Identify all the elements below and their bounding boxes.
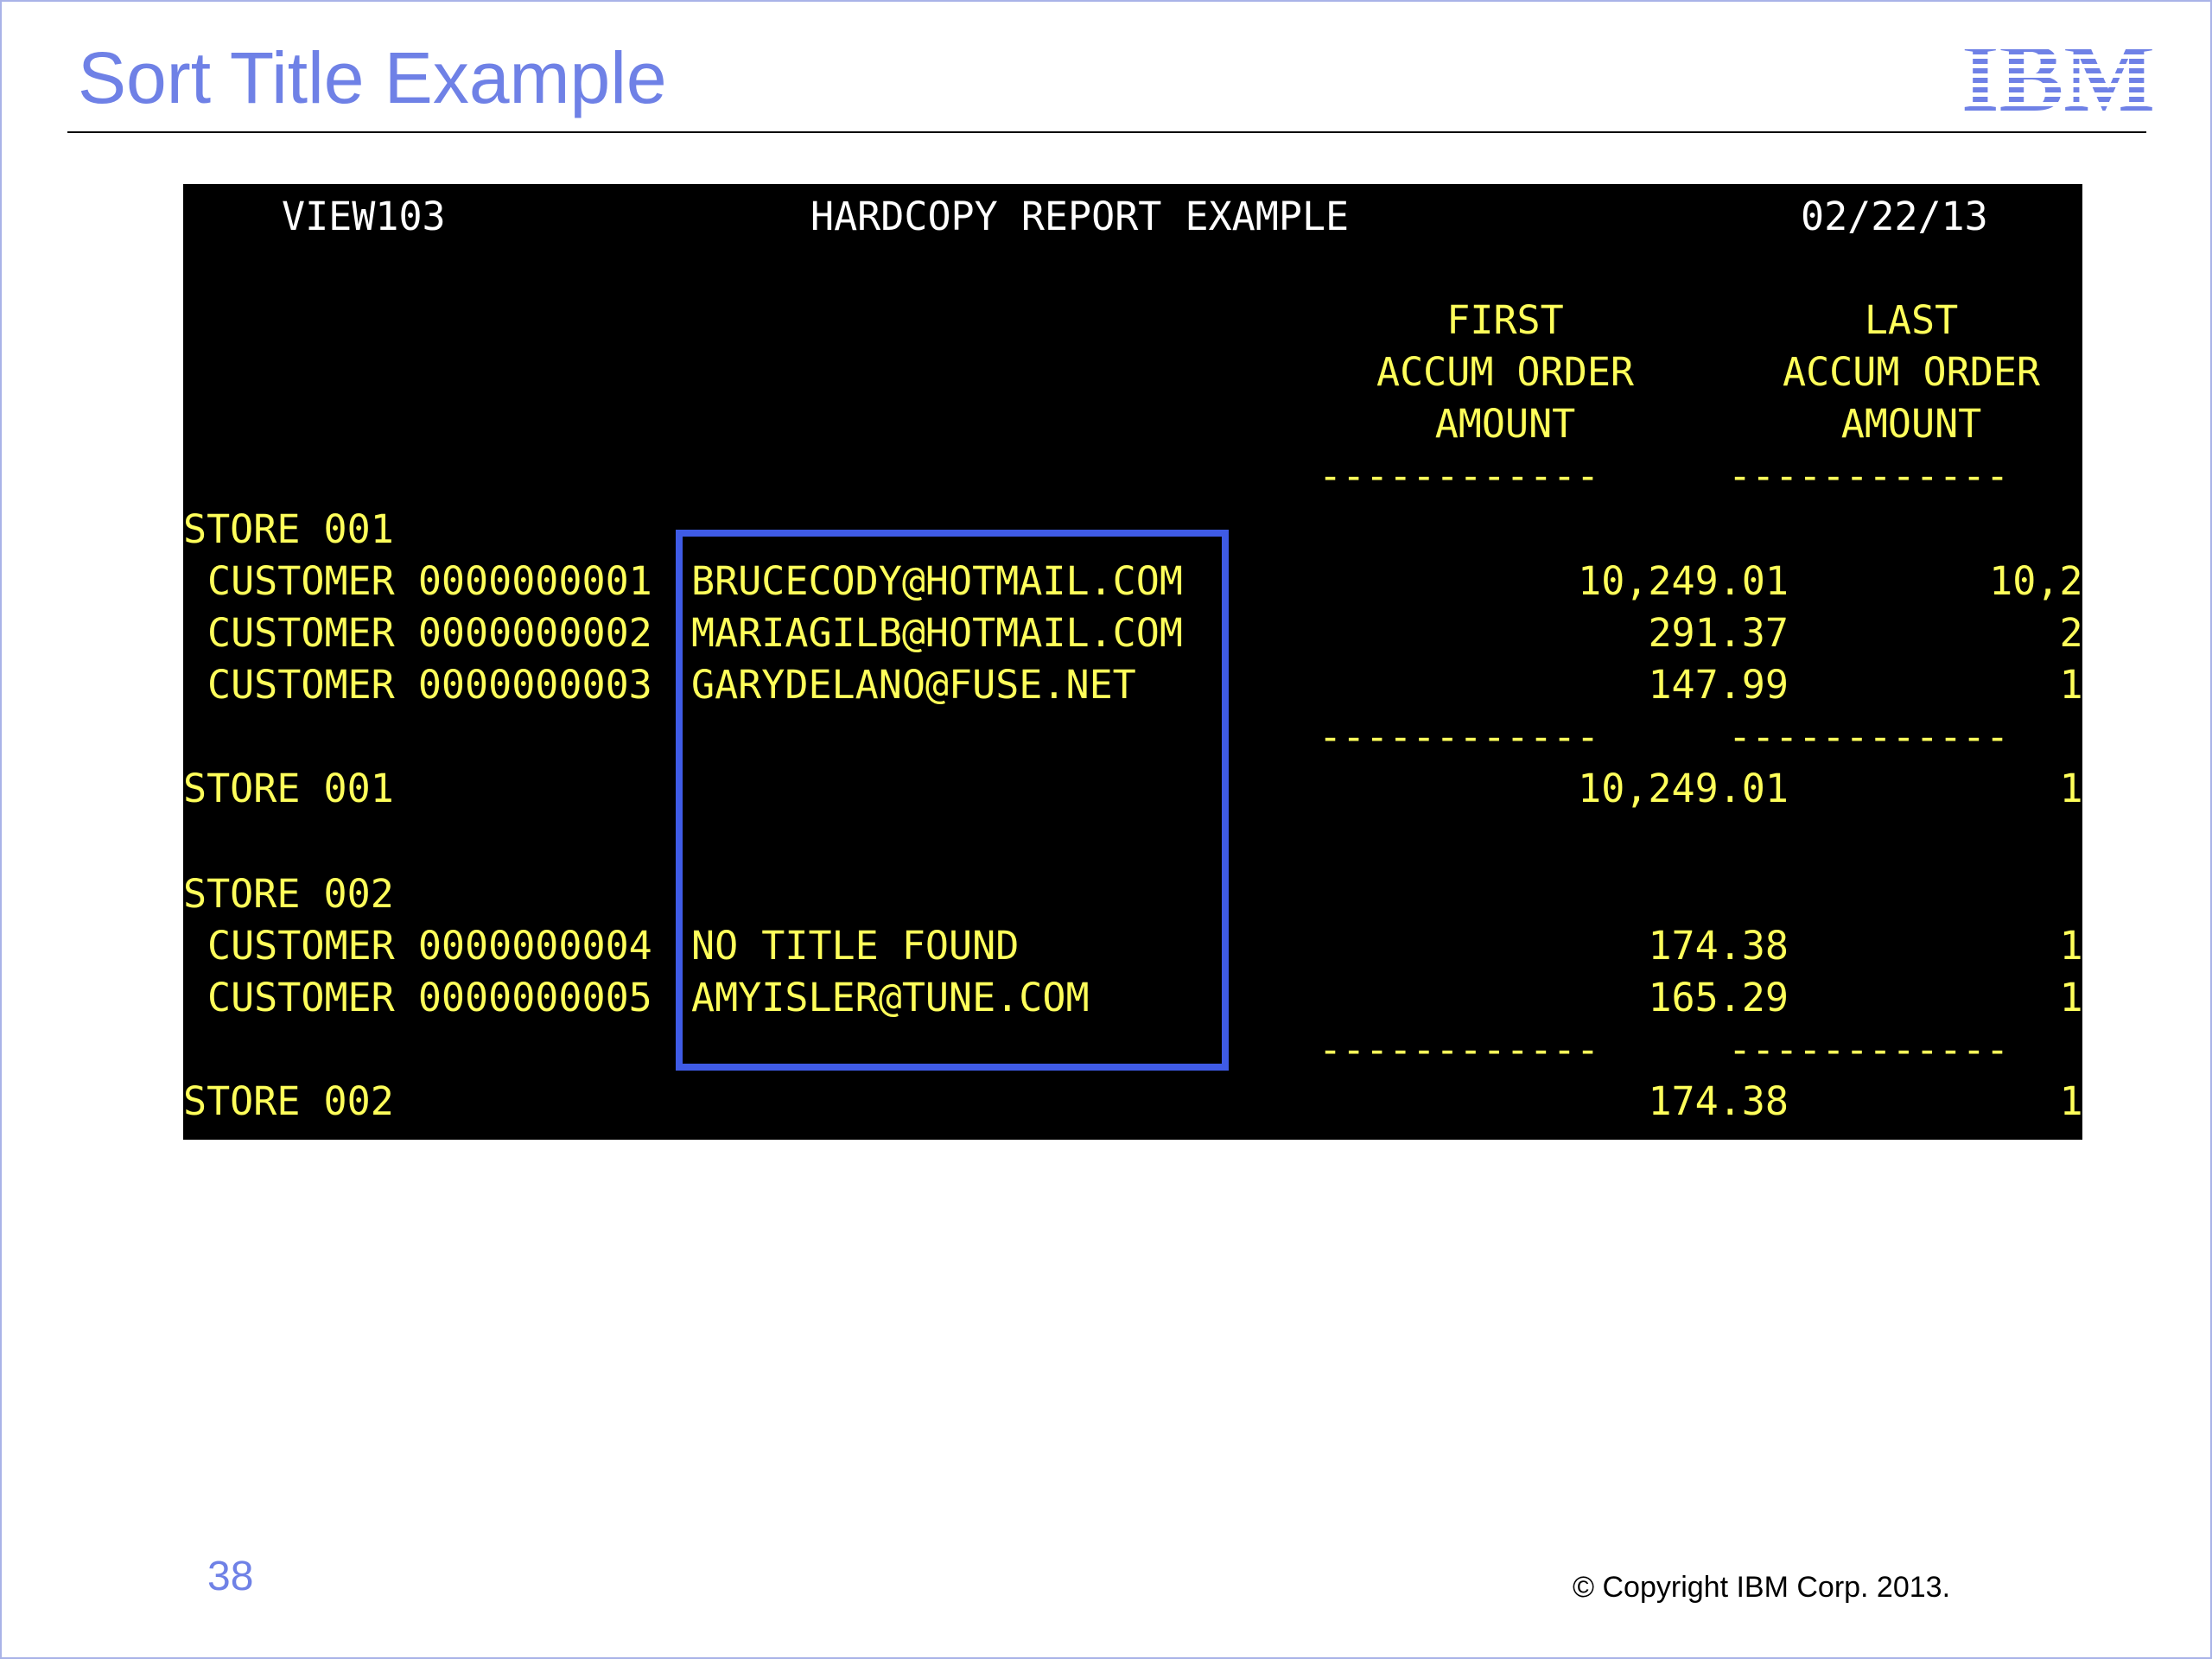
customer-last-amount: 10,249.01 <box>1989 558 2082 604</box>
col2-header-line1: LAST <box>1864 297 1959 343</box>
report-date: 02/22/13 <box>1801 194 1988 239</box>
col1-header-underline: ------------ <box>1319 453 1600 499</box>
customer-last-amount: 174.38 <box>2059 923 2082 969</box>
slide-title: Sort Title Example <box>78 37 667 118</box>
col1-header-line3: AMOUNT <box>1434 401 1576 447</box>
store-total-last: 147.99 <box>2059 766 2082 811</box>
customer-id: CUSTOMER 0000000005 <box>207 975 652 1020</box>
customer-last-amount: 165.29 <box>2059 975 2082 1020</box>
col2-header-line2: ACCUM ORDER <box>1782 349 2040 395</box>
copyright-notice: © Copyright IBM Corp. 2013. <box>1573 1571 1951 1604</box>
customer-id: CUSTOMER 0000000001 <box>207 558 652 604</box>
page-number: 38 <box>207 1554 254 1599</box>
subtotal-underline: ------------ <box>1728 714 2010 760</box>
store-heading: STORE 002 <box>183 871 394 917</box>
subtotal-underline: ------------ <box>1319 714 1600 760</box>
col1-header-line2: ACCUM ORDER <box>1376 349 1634 395</box>
report-title: HARDCOPY REPORT EXAMPLE <box>810 194 1350 239</box>
subtotal-underline: ------------ <box>1728 1027 2010 1072</box>
customer-id: CUSTOMER 0000000004 <box>207 923 652 969</box>
report-screen: VIEW103 HARDCOPY REPORT EXAMPLE 02/22/13… <box>183 184 2082 1140</box>
customer-last-amount: 291.37 <box>2059 610 2082 656</box>
customer-id: CUSTOMER 0000000003 <box>207 662 652 708</box>
col2-header-line3: AMOUNT <box>1840 401 1982 447</box>
subtotal-underline: ------------ <box>1319 1027 1600 1072</box>
col2-header-underline: ------------ <box>1728 453 2010 499</box>
store-total-label: STORE 002 <box>183 1078 394 1124</box>
customer-id: CUSTOMER 0000000002 <box>207 610 652 656</box>
ibm-logo: IBM <box>1960 36 2157 116</box>
store-total-label: STORE 001 <box>183 766 394 811</box>
title-divider <box>67 131 2146 133</box>
store-heading: STORE 001 <box>183 506 394 552</box>
customer-last-amount: 147.99 <box>2059 662 2082 708</box>
sort-title-highlight <box>676 530 1229 1071</box>
store-total-last: 165.29 <box>2059 1078 2082 1124</box>
col1-header-line1: FIRST <box>1446 297 1564 343</box>
report-view-id: VIEW103 <box>282 194 446 239</box>
